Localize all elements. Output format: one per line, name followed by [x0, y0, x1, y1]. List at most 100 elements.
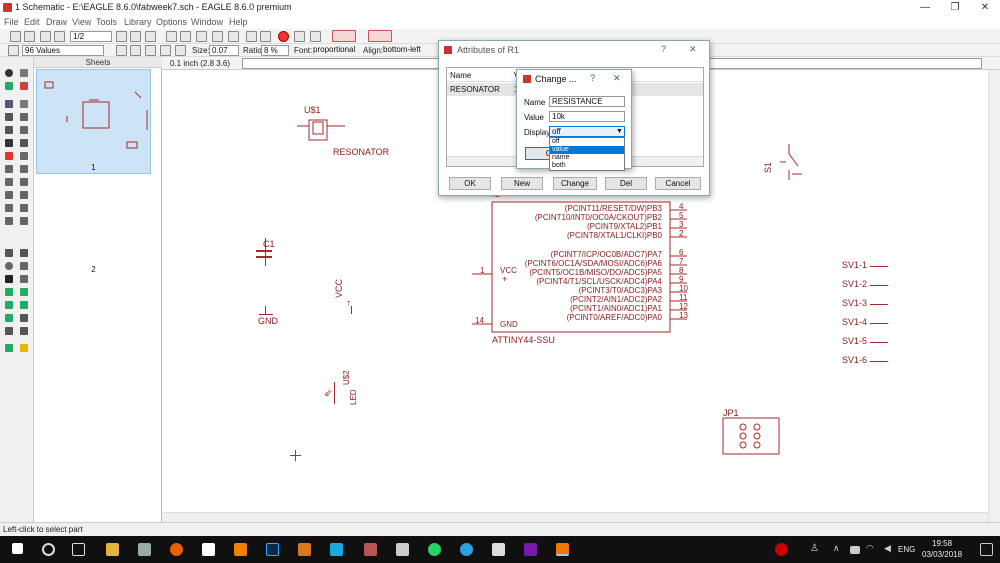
volume-icon[interactable]: ◀ [884, 543, 897, 556]
net-icon[interactable] [20, 288, 28, 296]
task-view-icon[interactable] [72, 543, 85, 556]
text-align-3-icon[interactable] [145, 45, 156, 56]
sheet-select[interactable]: 1/2 [70, 31, 112, 42]
resonator-symbol[interactable] [297, 116, 347, 146]
clock-date[interactable]: 03/03/2018 [922, 550, 962, 559]
menu-options[interactable]: Options [156, 17, 187, 27]
stop-icon[interactable] [278, 31, 289, 42]
move-all-icon[interactable] [20, 100, 28, 108]
mirror-icon[interactable] [5, 113, 13, 121]
firefox-icon[interactable] [170, 543, 183, 556]
menu-tools[interactable]: Tools [96, 17, 117, 27]
close-button[interactable]: ✕ [970, 0, 1000, 16]
help-icon[interactable] [310, 31, 321, 42]
text-icon[interactable] [20, 249, 28, 257]
vlc-icon[interactable] [234, 543, 247, 556]
rotate-icon[interactable] [20, 113, 28, 121]
text-align-4-icon[interactable] [160, 45, 171, 56]
bus-icon[interactable] [5, 288, 13, 296]
menu-library[interactable]: Library [124, 17, 152, 27]
menu-help[interactable]: Help [229, 17, 248, 27]
attribute-icon[interactable] [5, 314, 13, 322]
close-icon[interactable]: ✕ [613, 73, 621, 84]
maximize-button[interactable]: ❐ [940, 0, 970, 16]
zoom-in-icon[interactable] [180, 31, 191, 42]
display-select[interactable]: off ▼ [549, 126, 625, 137]
app-icon-2[interactable] [138, 543, 151, 556]
search-icon[interactable] [42, 543, 55, 556]
switch-symbol[interactable] [774, 144, 804, 184]
app-generic-icon[interactable] [492, 543, 505, 556]
frame-icon[interactable] [20, 327, 28, 335]
ulp-icon[interactable] [368, 30, 392, 42]
gateswap-icon[interactable] [5, 178, 13, 186]
redraw-icon[interactable] [228, 31, 239, 42]
junction-icon[interactable] [5, 301, 13, 309]
menu-file[interactable]: File [4, 17, 19, 27]
help-icon[interactable]: ? [590, 73, 595, 83]
text-align-1-icon[interactable] [116, 45, 127, 56]
name-icon[interactable] [5, 204, 13, 212]
menu-view[interactable]: View [72, 17, 91, 27]
mark-icon[interactable] [20, 82, 28, 90]
app-gem-icon[interactable] [364, 543, 377, 556]
replace-icon[interactable] [5, 165, 13, 173]
dimension-icon[interactable] [20, 314, 28, 322]
paste-icon[interactable] [20, 126, 28, 134]
option-name[interactable]: name [550, 154, 624, 162]
zoom-out-icon[interactable] [196, 31, 207, 42]
size-input[interactable]: 0.07 [209, 45, 239, 56]
cam-icon[interactable] [54, 31, 65, 42]
miter-icon[interactable] [5, 191, 13, 199]
whatsapp-icon[interactable] [428, 543, 441, 556]
sheet-thumbnail-1[interactable]: 1 [36, 69, 151, 174]
copy-icon[interactable] [5, 126, 13, 134]
text-align-5-icon[interactable] [175, 45, 186, 56]
font-select[interactable]: proportional [311, 45, 358, 56]
tray-red-icon[interactable] [775, 543, 788, 556]
print-icon[interactable] [40, 31, 51, 42]
add-icon[interactable] [5, 327, 13, 335]
split-icon[interactable] [20, 178, 28, 186]
eagle-taskbar-icon[interactable] [556, 543, 569, 556]
minimize-button[interactable]: — [910, 0, 940, 16]
display-icon[interactable] [5, 82, 13, 90]
new-button[interactable]: New [501, 177, 543, 190]
layers-icon[interactable] [145, 31, 156, 42]
zoom-select-icon[interactable] [212, 31, 223, 42]
store-icon[interactable] [202, 543, 215, 556]
telegram-icon[interactable] [460, 543, 473, 556]
redo-icon[interactable] [260, 31, 271, 42]
people-icon[interactable]: ♙ [810, 543, 823, 556]
errors-icon[interactable] [20, 344, 28, 352]
layer-select[interactable]: 96 Values [22, 45, 104, 56]
wifi-icon[interactable]: ◠ [866, 543, 879, 556]
zoom-fit-icon[interactable] [166, 31, 177, 42]
cancel-button[interactable]: Cancel [655, 177, 701, 190]
horizontal-scrollbar[interactable] [162, 512, 988, 522]
language-indicator[interactable]: ENG [898, 545, 915, 554]
design-link-icon[interactable] [332, 30, 356, 42]
help-icon[interactable]: ? [661, 44, 666, 54]
option-both[interactable]: both [550, 162, 624, 170]
sheet-number-2[interactable]: 2 [36, 265, 151, 274]
change-button[interactable]: Change [553, 177, 597, 190]
label-icon[interactable] [20, 217, 28, 225]
clock-time[interactable]: 19:58 [932, 539, 952, 548]
onenote-icon[interactable] [524, 543, 537, 556]
pinswap-icon[interactable] [20, 165, 28, 173]
undo-icon[interactable] [246, 31, 257, 42]
move-icon[interactable] [5, 100, 13, 108]
fusion-icon[interactable] [298, 543, 311, 556]
go-icon[interactable] [294, 31, 305, 42]
jp1-header-symbol[interactable] [722, 417, 782, 457]
ratio-input[interactable]: 8 % [261, 45, 289, 56]
menu-draw[interactable]: Draw [46, 17, 67, 27]
wrench-icon[interactable] [20, 139, 28, 147]
rect-icon[interactable] [5, 275, 13, 283]
board-icon[interactable] [130, 31, 141, 42]
value-input[interactable]: 10k [549, 111, 625, 122]
option-value[interactable]: value [550, 146, 624, 154]
smash-icon[interactable] [5, 217, 13, 225]
battery-icon[interactable] [850, 546, 860, 554]
